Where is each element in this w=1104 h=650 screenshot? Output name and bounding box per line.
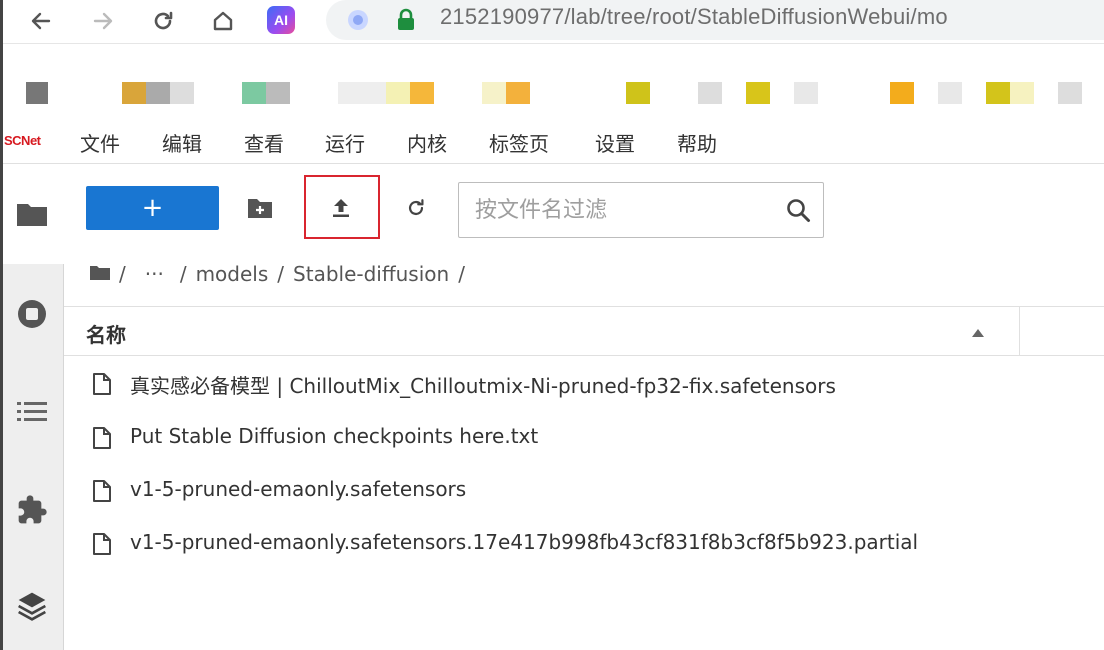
ai-extension-icon[interactable]: AI <box>267 6 295 34</box>
left-sidebar <box>0 164 64 650</box>
address-text[interactable]: 2152190977/lab/tree/root/StableDiffusion… <box>440 4 948 30</box>
menu-settings[interactable]: 设置 <box>595 128 635 157</box>
menu-help[interactable]: 帮助 <box>677 128 717 157</box>
home-icon[interactable] <box>208 6 238 36</box>
file-row[interactable]: 真实感必备模型 | ChilloutMix_Chilloutmix-Ni-pru… <box>64 360 1104 408</box>
breadcrumb-home-folder-icon[interactable] <box>90 262 110 286</box>
file-name[interactable]: v1-5-pruned-emaonly.safetensors <box>130 477 466 501</box>
breadcrumb-ellipsis[interactable]: ··· <box>145 262 164 286</box>
file-icon <box>92 532 112 556</box>
breadcrumb: / ··· / models / Stable-diffusion / <box>90 260 474 288</box>
file-row[interactable]: v1-5-pruned-emaonly.safetensors <box>64 467 1104 515</box>
table-of-contents-icon[interactable] <box>14 394 50 430</box>
file-filter-box <box>458 182 824 238</box>
file-icon <box>92 479 112 503</box>
reload-icon[interactable] <box>148 6 178 36</box>
breadcrumb-separator: / <box>179 262 187 286</box>
menu-bar: SCNet 文件 编辑 查看 运行 内核 标签页 设置 帮助 <box>0 118 1104 164</box>
search-icon[interactable] <box>785 197 813 225</box>
file-filter-input[interactable] <box>475 195 775 225</box>
window-edge <box>0 0 3 650</box>
file-name[interactable]: Put Stable Diffusion checkpoints here.tx… <box>130 424 538 448</box>
bookmarks-bar <box>0 56 1104 114</box>
menu-run[interactable]: 运行 <box>325 128 365 157</box>
menu-tabs[interactable]: 标签页 <box>489 128 549 157</box>
file-list-header: 名称 <box>64 306 1104 356</box>
scnet-logo: SCNet <box>4 133 41 148</box>
layers-icon[interactable] <box>14 588 50 624</box>
breadcrumb-stable-diffusion[interactable]: Stable-diffusion <box>293 262 449 286</box>
breadcrumb-models[interactable]: models <box>196 262 269 286</box>
file-row[interactable]: v1-5-pruned-emaonly.safetensors.17e417b9… <box>64 520 1104 568</box>
menu-edit[interactable]: 编辑 <box>162 128 202 157</box>
breadcrumb-separator: / <box>458 262 465 286</box>
forward-icon[interactable] <box>88 6 118 36</box>
browser-toolbar: AI 2152190977/lab/tree/root/StableDiffus… <box>0 0 1104 44</box>
name-column-header[interactable]: 名称 <box>86 319 126 348</box>
file-name[interactable]: 真实感必备模型 | ChilloutMix_Chilloutmix-Ni-pru… <box>130 370 836 399</box>
breadcrumb-separator: / <box>119 262 126 286</box>
menu-file[interactable]: 文件 <box>80 128 120 157</box>
folder-icon[interactable] <box>14 196 50 232</box>
sort-ascending-icon[interactable] <box>970 324 986 337</box>
upload-icon[interactable] <box>325 192 357 224</box>
back-icon[interactable] <box>26 6 56 36</box>
menu-view[interactable]: 查看 <box>244 128 284 157</box>
extension-manager-icon[interactable] <box>14 492 50 528</box>
file-icon <box>92 372 112 396</box>
site-info-icon[interactable] <box>348 10 368 30</box>
new-launcher-button[interactable]: + <box>86 186 219 230</box>
refresh-icon[interactable] <box>400 192 432 224</box>
lock-icon <box>396 8 416 36</box>
running-sessions-icon[interactable] <box>14 296 50 332</box>
file-name[interactable]: v1-5-pruned-emaonly.safetensors.17e417b9… <box>130 530 918 554</box>
new-folder-icon[interactable] <box>244 192 276 224</box>
menu-kernel[interactable]: 内核 <box>407 128 447 157</box>
breadcrumb-separator: / <box>277 262 285 286</box>
file-row[interactable]: Put Stable Diffusion checkpoints here.tx… <box>64 414 1104 462</box>
column-divider <box>1019 307 1020 355</box>
file-icon <box>92 426 112 450</box>
